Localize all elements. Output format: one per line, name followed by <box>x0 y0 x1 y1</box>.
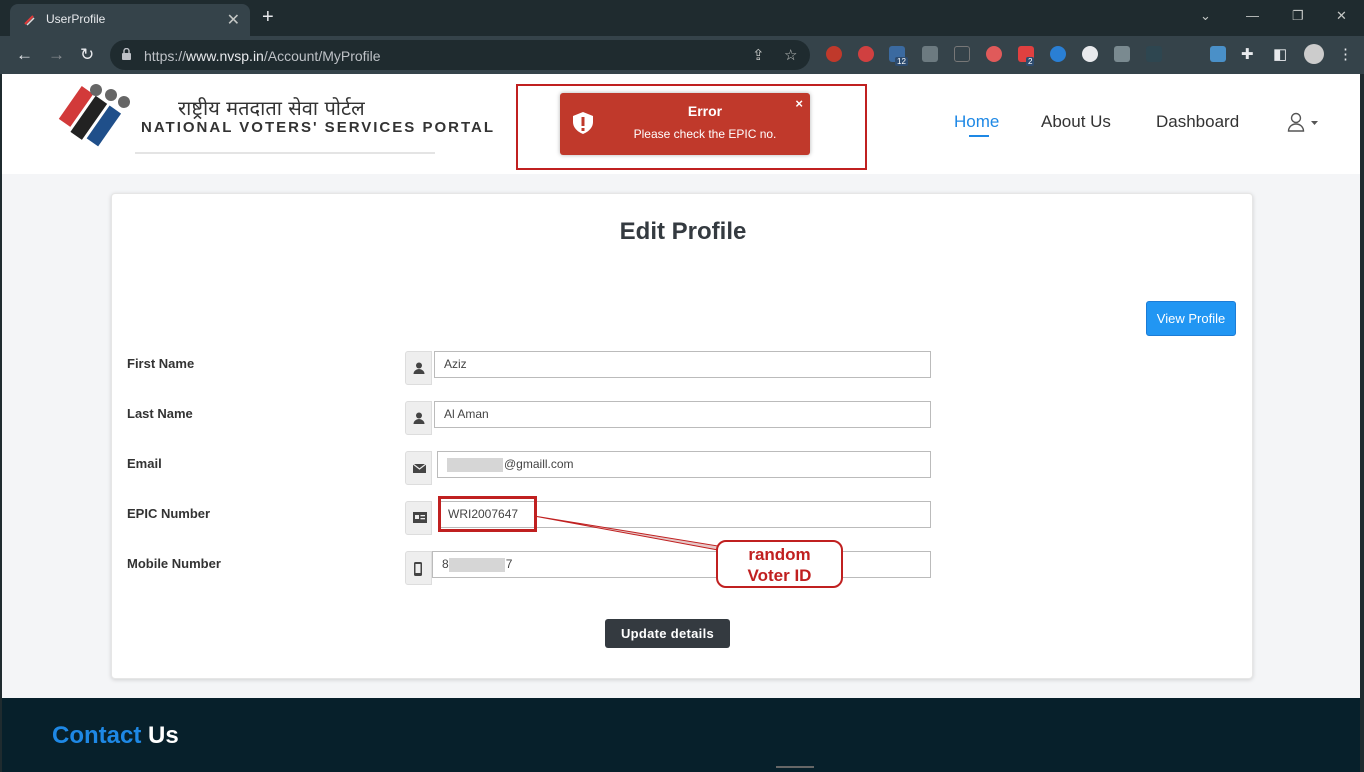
extension-icon[interactable] <box>922 46 938 62</box>
back-icon[interactable]: ← <box>16 45 33 65</box>
phone-icon <box>414 562 422 576</box>
id-card-icon <box>413 512 427 523</box>
toast-message: Please check the EPIC no. <box>633 127 777 141</box>
last-name-label: Last Name <box>127 406 193 421</box>
epic-highlight-frame <box>438 496 537 532</box>
minimize-icon[interactable]: — <box>1246 8 1259 23</box>
last-name-addon <box>405 401 432 435</box>
extension-icon[interactable] <box>858 46 874 62</box>
logo-hindi-text: राष्ट्रीय मतदाता सेवा पोर्टल <box>178 96 365 120</box>
nav-active-underline <box>969 135 989 137</box>
lock-icon <box>122 48 131 60</box>
view-profile-button[interactable]: View Profile <box>1146 301 1236 336</box>
extension-icon[interactable] <box>1050 46 1066 62</box>
update-details-button[interactable]: Update details <box>605 619 730 648</box>
site-footer: Contact Us <box>2 698 1360 772</box>
url-text: https://www.nvsp.in/Account/MyProfile <box>144 48 381 64</box>
first-name-label: First Name <box>127 356 195 371</box>
browser-toolbar: ← → ↻ https://www.nvsp.in/Account/MyProf… <box>0 36 1364 74</box>
logo-english-text: NATIONAL VOTERS' SERVICES PORTAL <box>141 119 495 136</box>
tab-title: UserProfile <box>46 12 106 26</box>
error-toast: Error Please check the EPIC no. × <box>560 93 810 155</box>
extension-icon[interactable] <box>1082 46 1098 62</box>
side-panel-icon[interactable]: ◧ <box>1273 45 1287 63</box>
redacted-blur <box>447 457 503 472</box>
contact-us-heading: Contact Us <box>52 722 179 749</box>
extension-icon[interactable] <box>1210 46 1226 62</box>
extension-icon[interactable] <box>826 46 842 62</box>
share-icon[interactable]: ⇪ <box>752 46 765 64</box>
tab-search-icon[interactable]: ⌄ <box>1200 8 1211 24</box>
annotation-pointer <box>533 515 719 551</box>
nav-dashboard[interactable]: Dashboard <box>1156 112 1239 132</box>
bookmark-star-icon[interactable]: ☆ <box>784 46 797 64</box>
address-bar[interactable]: https://www.nvsp.in/Account/MyProfile ⇪ … <box>110 40 810 70</box>
toast-title: Error <box>687 103 723 119</box>
mobile-number-label: Mobile Number <box>127 556 221 571</box>
first-name-field[interactable]: Aziz <box>434 351 931 378</box>
nvsp-logo-icon[interactable] <box>56 78 136 158</box>
epic-addon <box>405 501 432 535</box>
first-name-addon <box>405 351 432 385</box>
toast-close-icon[interactable]: × <box>795 96 803 111</box>
restore-icon[interactable]: ❐ <box>1292 8 1304 24</box>
user-menu-icon[interactable] <box>1286 111 1322 133</box>
extension-icon[interactable] <box>986 46 1002 62</box>
last-name-field[interactable]: Al Aman <box>434 401 931 428</box>
email-addon <box>405 451 432 485</box>
redacted-blur <box>448 557 505 572</box>
profile-avatar-icon[interactable] <box>1304 44 1324 64</box>
user-icon <box>413 412 425 424</box>
extension-icon[interactable] <box>954 46 970 62</box>
email-field[interactable]: @gmaill.com <box>437 451 931 478</box>
epic-number-label: EPIC Number <box>127 506 211 521</box>
page-title: Edit Profile <box>619 218 747 245</box>
browser-tabbar: UserProfile ✕ + ⌄ — ❐ ✕ <box>0 0 1364 36</box>
menu-kebab-icon[interactable]: ⋮ <box>1338 45 1353 63</box>
extension-badge: 12 <box>895 57 908 66</box>
footer-divider <box>776 766 814 768</box>
nav-home[interactable]: Home <box>954 112 999 132</box>
reload-icon[interactable]: ↻ <box>80 45 94 65</box>
close-window-icon[interactable]: ✕ <box>1336 8 1347 24</box>
tab-close-icon[interactable]: ✕ <box>227 10 240 30</box>
annotation-callout: random Voter ID <box>716 540 843 588</box>
extension-badge: 2 <box>1026 57 1035 66</box>
extensions-puzzle-icon[interactable]: ✚ <box>1241 45 1254 63</box>
window-border <box>0 74 2 772</box>
site-favicon-icon <box>23 14 35 26</box>
window-border <box>1360 74 1364 772</box>
browser-tab[interactable]: UserProfile ✕ <box>10 4 250 36</box>
forward-icon[interactable]: → <box>48 45 65 65</box>
nav-about-us[interactable]: About Us <box>1041 112 1111 132</box>
mobile-addon <box>405 551 432 585</box>
email-label: Email <box>127 456 162 471</box>
extension-icon[interactable] <box>1146 46 1162 62</box>
edit-profile-card: Edit Profile View Profile First Name Azi… <box>111 193 1253 679</box>
new-tab-icon[interactable]: + <box>262 6 274 29</box>
logo-divider <box>135 152 435 154</box>
envelope-icon <box>413 463 426 473</box>
extension-icon[interactable] <box>1114 46 1130 62</box>
user-icon <box>413 362 425 374</box>
